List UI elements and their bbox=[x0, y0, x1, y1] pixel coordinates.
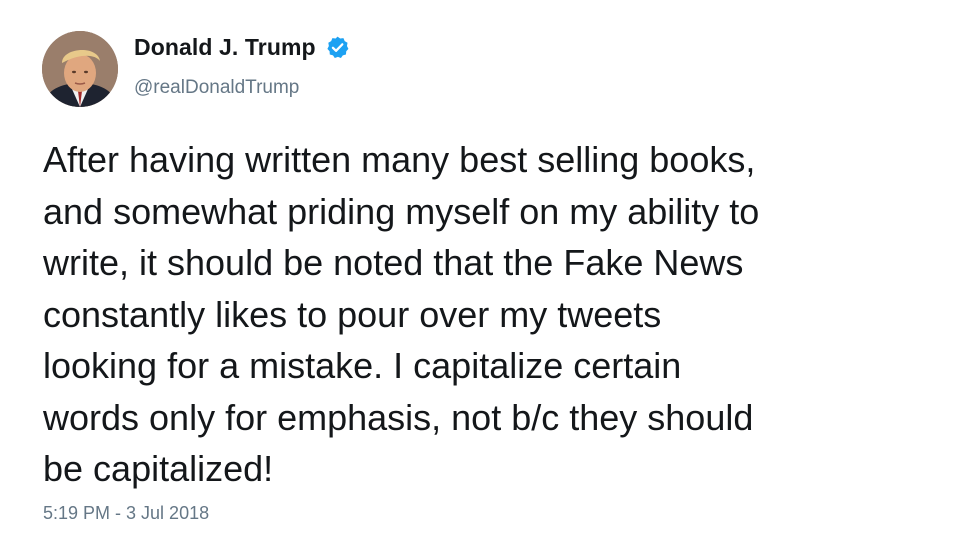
tweet-text-line: and somewhat priding myself on my abilit… bbox=[43, 190, 760, 232]
display-name[interactable]: Donald J. Trump bbox=[134, 34, 316, 61]
author-name-row: Donald J. Trump bbox=[134, 34, 350, 61]
author-handle[interactable]: @realDonaldTrump bbox=[134, 77, 299, 99]
tweet-timestamp[interactable]: 5:19 PM - 3 Jul 2018 bbox=[43, 503, 209, 524]
tweet-text-line: After having written many best selling b… bbox=[43, 139, 756, 180]
tweet-text-line: looking for a mistake. I capitalize cert… bbox=[43, 345, 682, 386]
tweet-text-line: words only for emphasis, not b/c they sh… bbox=[43, 396, 754, 438]
tweet-text: After having written many best selling b… bbox=[43, 134, 933, 495]
tweet-text-line: be capitalized! bbox=[43, 448, 274, 489]
tweet-card: Donald J. Trump @realDonaldTrump After h… bbox=[0, 0, 960, 540]
profile-photo-icon bbox=[42, 31, 118, 107]
avatar[interactable] bbox=[42, 31, 118, 107]
tweet-text-line: write, it should be noted that the Fake … bbox=[43, 242, 744, 283]
verified-badge-icon bbox=[325, 35, 350, 60]
tweet-text-line: constantly likes to pour over my tweets bbox=[43, 293, 662, 335]
